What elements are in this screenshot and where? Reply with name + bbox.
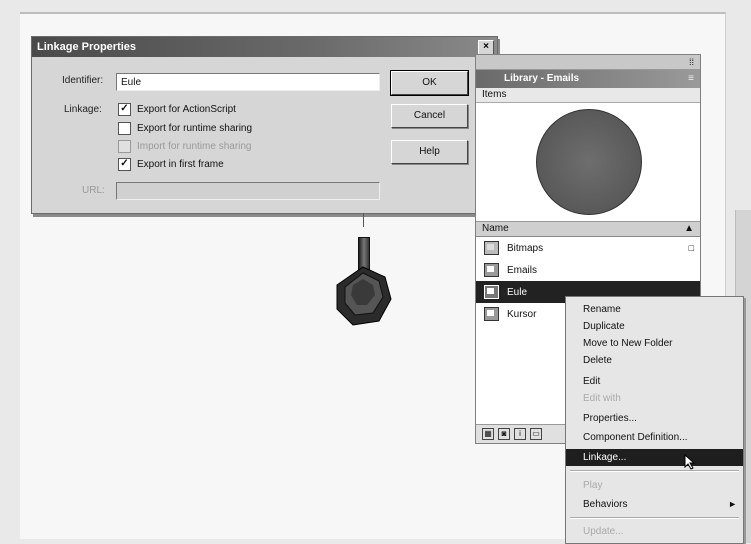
linkage-properties-dialog: Linkage Properties × Identifier: Eule Li… [31, 36, 498, 214]
library-item-label: Bitmaps [507, 242, 544, 254]
sort-icon[interactable]: ▲ [684, 222, 694, 236]
library-dock-bar[interactable]: ⁞⁞ [476, 55, 700, 70]
export-actionscript-label: Export for ActionScript [137, 103, 236, 115]
symbol-icon [484, 285, 499, 299]
library-items-subheader: Items [476, 88, 700, 103]
import-runtime-sharing-label: Import for runtime sharing [137, 140, 252, 152]
linkage-label: Linkage: [64, 104, 102, 115]
menu-item-move-to-new-folder[interactable]: Move to New Folder [566, 335, 743, 352]
menu-item-play: Play [583, 480, 603, 491]
menu-item-component-definition[interactable]: Component Definition... [566, 429, 743, 446]
dialog-titlebar[interactable]: Linkage Properties × [32, 37, 497, 57]
library-name-column-header[interactable]: Name ▲ [476, 222, 700, 237]
panel-grip-icon[interactable]: ⁞⁞ [689, 57, 694, 67]
export-first-frame-checkbox[interactable]: ✓ [118, 157, 131, 171]
option-export-runtime-sharing[interactable]: Export for runtime sharing [118, 120, 252, 136]
behaviors-label: Behaviors [583, 499, 628, 510]
delete-icon[interactable]: ▭ [530, 428, 542, 440]
library-item-label: Emails [507, 264, 538, 276]
help-button[interactable]: Help [391, 140, 468, 164]
library-item-label: Eule [507, 286, 528, 298]
pin-symbol-head[interactable] [333, 265, 393, 327]
identifier-label: Identifier: [62, 75, 104, 86]
library-item-bitmaps[interactable]: Bitmaps □ [476, 237, 700, 259]
option-export-actionscript[interactable]: ✓ Export for ActionScript [118, 101, 236, 117]
library-titlebar[interactable]: Library - Emails ≡ [476, 70, 700, 88]
option-export-first-frame[interactable]: ✓ Export in first frame [118, 156, 224, 172]
export-first-frame-label: Export in first frame [137, 158, 224, 170]
library-item-emails[interactable]: Emails [476, 259, 700, 281]
library-preview [476, 103, 700, 222]
menu-separator [570, 470, 739, 472]
library-title: Library - Emails [504, 73, 580, 84]
name-column-label: Name [482, 223, 509, 234]
menu-item-delete[interactable]: Delete [566, 352, 743, 369]
menu-item-properties[interactable]: Properties... [566, 410, 743, 427]
new-folder-icon[interactable]: ◙ [498, 428, 510, 440]
menu-item-duplicate[interactable]: Duplicate [566, 318, 743, 335]
symbol-icon [484, 263, 499, 277]
option-import-runtime-sharing: Import for runtime sharing [118, 138, 252, 154]
scroll-marker-icon: □ [688, 243, 694, 253]
submenu-arrow-icon: ► [728, 499, 737, 509]
import-runtime-sharing-checkbox [118, 139, 131, 153]
menu-item-update: Update... [583, 526, 624, 537]
export-actionscript-checkbox[interactable]: ✓ [118, 102, 131, 116]
menu-item-edit[interactable]: Edit [566, 373, 743, 390]
properties-icon[interactable]: i [514, 428, 526, 440]
folder-icon [484, 241, 499, 255]
menu-separator [570, 517, 739, 519]
library-context-menu: Rename Duplicate Move to New Folder Dele… [565, 296, 744, 544]
identifier-field[interactable]: Eule [116, 73, 380, 91]
mouse-pointer-icon [684, 454, 696, 470]
ok-button[interactable]: OK [390, 70, 469, 96]
menu-item-linkage[interactable]: Linkage... [566, 449, 743, 466]
menu-item-behaviors[interactable]: Behaviors ► [566, 496, 743, 513]
symbol-icon [484, 307, 499, 321]
preview-circle-graphic [536, 109, 642, 215]
registration-guide [363, 213, 364, 227]
export-runtime-sharing-label: Export for runtime sharing [137, 122, 253, 134]
close-icon[interactable]: × [478, 40, 494, 55]
library-item-label: Kursor [507, 308, 537, 320]
cancel-button[interactable]: Cancel [391, 104, 468, 128]
dialog-title: Linkage Properties [37, 41, 137, 53]
url-field [116, 182, 380, 200]
new-symbol-icon[interactable]: ▦ [482, 428, 494, 440]
menu-item-rename[interactable]: Rename [566, 301, 743, 318]
menu-item-edit-with: Edit with [583, 393, 621, 404]
url-label: URL: [82, 185, 105, 196]
export-runtime-sharing-checkbox[interactable] [118, 121, 131, 135]
library-options-icon[interactable]: ≡ [688, 70, 694, 88]
